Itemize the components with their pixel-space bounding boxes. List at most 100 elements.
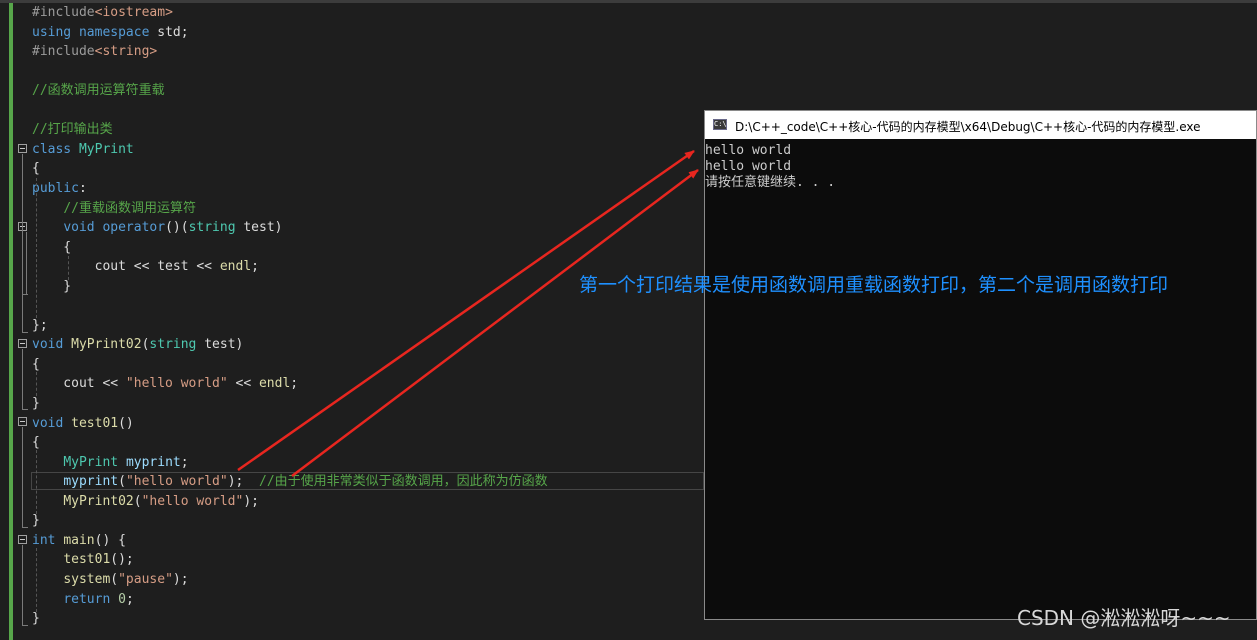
outline-guide-main xyxy=(22,545,23,625)
code-line[interactable]: MyPrint myprint; xyxy=(32,453,188,472)
code-line[interactable]: }; xyxy=(32,316,48,335)
code-token: //打印输出类 xyxy=(32,122,113,138)
code-token: (); xyxy=(110,552,134,568)
indent-guide-test01 xyxy=(36,450,37,514)
code-token: MyPrint02 xyxy=(63,493,134,509)
code-token: void xyxy=(63,220,95,236)
code-token: 0 xyxy=(118,591,126,607)
code-token: MyPrint xyxy=(78,141,134,157)
code-token: endl xyxy=(219,259,252,275)
fold-toggle-myprint02-icon[interactable] xyxy=(18,339,27,348)
code-line[interactable]: int main() { xyxy=(32,531,126,550)
code-token: string xyxy=(188,220,236,236)
fold-toggle-class-myprint-icon[interactable] xyxy=(18,144,27,153)
change-tracking-bar xyxy=(9,3,13,640)
code-token: } xyxy=(32,611,40,627)
outline-guide-test01 xyxy=(22,427,23,527)
code-token: ); xyxy=(172,571,189,587)
code-token: ; xyxy=(125,591,134,607)
code-token: test) xyxy=(196,337,244,353)
code-line[interactable]: test01(); xyxy=(32,550,134,569)
code-token: { xyxy=(32,161,40,177)
code-token: test01 xyxy=(71,415,119,431)
code-token: { xyxy=(32,435,40,451)
code-line[interactable]: #include<iostream> xyxy=(32,3,173,22)
code-token: #include xyxy=(32,44,95,60)
code-line[interactable]: { xyxy=(32,159,40,178)
current-line-highlight xyxy=(31,472,704,490)
outline-guide-operator xyxy=(26,232,27,294)
code-token: ; xyxy=(251,259,259,275)
outline-guide-class-end xyxy=(22,332,28,333)
code-token: void xyxy=(32,415,64,431)
code-token: //重载函数调用运算符 xyxy=(63,200,196,216)
code-token: cout << xyxy=(32,376,126,392)
outline-guide-test01-end xyxy=(22,527,28,528)
code-token: MyPrint xyxy=(63,454,119,470)
code-token: endl xyxy=(258,376,291,392)
code-line[interactable]: return 0; xyxy=(32,590,134,609)
code-line[interactable]: cout << "hello world" << endl; xyxy=(32,374,298,393)
code-token: ()( xyxy=(165,220,189,236)
code-token: //函数调用运算符重载 xyxy=(32,83,165,99)
code-token: cout << test << xyxy=(32,259,220,275)
console-output-line: 请按任意键继续. . . xyxy=(705,175,836,190)
code-token: public xyxy=(32,180,79,196)
code-line[interactable]: MyPrint02("hello world"); xyxy=(32,492,259,511)
code-token: int xyxy=(32,532,56,548)
code-token: << xyxy=(227,376,259,392)
code-token: }; xyxy=(32,317,48,333)
code-token: void xyxy=(32,337,64,353)
indent-guide-operator xyxy=(68,256,69,280)
code-token: } xyxy=(32,396,40,411)
editor-top-border xyxy=(0,0,1257,3)
code-token: #include xyxy=(32,5,95,20)
console-titlebar[interactable]: C:\ D:\C++_code\C++核心-代码的内存模型\x64\Debug\… xyxy=(705,111,1256,139)
code-token: : xyxy=(78,180,87,196)
code-line[interactable]: //重载函数调用运算符 xyxy=(32,199,196,218)
code-line[interactable]: using namespace std; xyxy=(32,23,189,42)
code-line[interactable]: //函数调用运算符重载 xyxy=(32,81,165,100)
code-token: ( xyxy=(133,493,142,509)
code-token: MyPrint02 xyxy=(71,337,142,353)
code-line[interactable]: { xyxy=(32,238,71,257)
console-title: D:\C++_code\C++核心-代码的内存模型\x64\Debug\C++核… xyxy=(735,120,1201,134)
code-line[interactable]: public: xyxy=(32,179,87,198)
code-token: ); xyxy=(243,493,259,509)
code-line[interactable]: //打印输出类 xyxy=(32,120,113,139)
fold-toggle-main-icon[interactable] xyxy=(18,535,27,544)
code-line[interactable]: #include<string> xyxy=(32,42,157,61)
code-token: { xyxy=(32,239,72,255)
fold-toggle-test01-icon[interactable] xyxy=(18,417,27,426)
code-token: myprint xyxy=(125,454,181,470)
code-token: } xyxy=(32,278,72,294)
code-token: test) xyxy=(235,220,283,236)
code-token: } xyxy=(32,513,40,529)
code-token: std; xyxy=(149,24,189,40)
code-line[interactable]: system("pause"); xyxy=(32,570,189,589)
code-line[interactable]: } xyxy=(32,511,40,530)
code-token: string xyxy=(149,337,197,353)
code-token: "pause" xyxy=(118,571,173,587)
code-token: "hello world" xyxy=(141,493,244,509)
console-window[interactable]: C:\ D:\C++_code\C++核心-代码的内存模型\x64\Debug\… xyxy=(704,110,1257,620)
console-output-line: hello world xyxy=(705,159,792,174)
code-token: <iostream> xyxy=(94,5,173,20)
indent-guide-class xyxy=(36,178,37,318)
code-line[interactable]: void operator()(string test) xyxy=(32,218,283,237)
csdn-watermark: CSDN @淞淞淞呀~~~ xyxy=(1017,606,1231,630)
code-line[interactable]: } xyxy=(32,394,40,413)
code-line[interactable]: class MyPrint xyxy=(32,140,134,159)
code-line[interactable]: void MyPrint02(string test) xyxy=(32,335,243,354)
code-token: using xyxy=(32,24,72,40)
code-token: main xyxy=(63,532,95,548)
code-token: "hello world" xyxy=(125,376,228,392)
code-token: namespace xyxy=(78,24,150,40)
code-line[interactable]: cout << test << endl; xyxy=(32,257,259,276)
code-line[interactable]: void test01() xyxy=(32,414,134,433)
code-line[interactable]: } xyxy=(32,277,71,296)
